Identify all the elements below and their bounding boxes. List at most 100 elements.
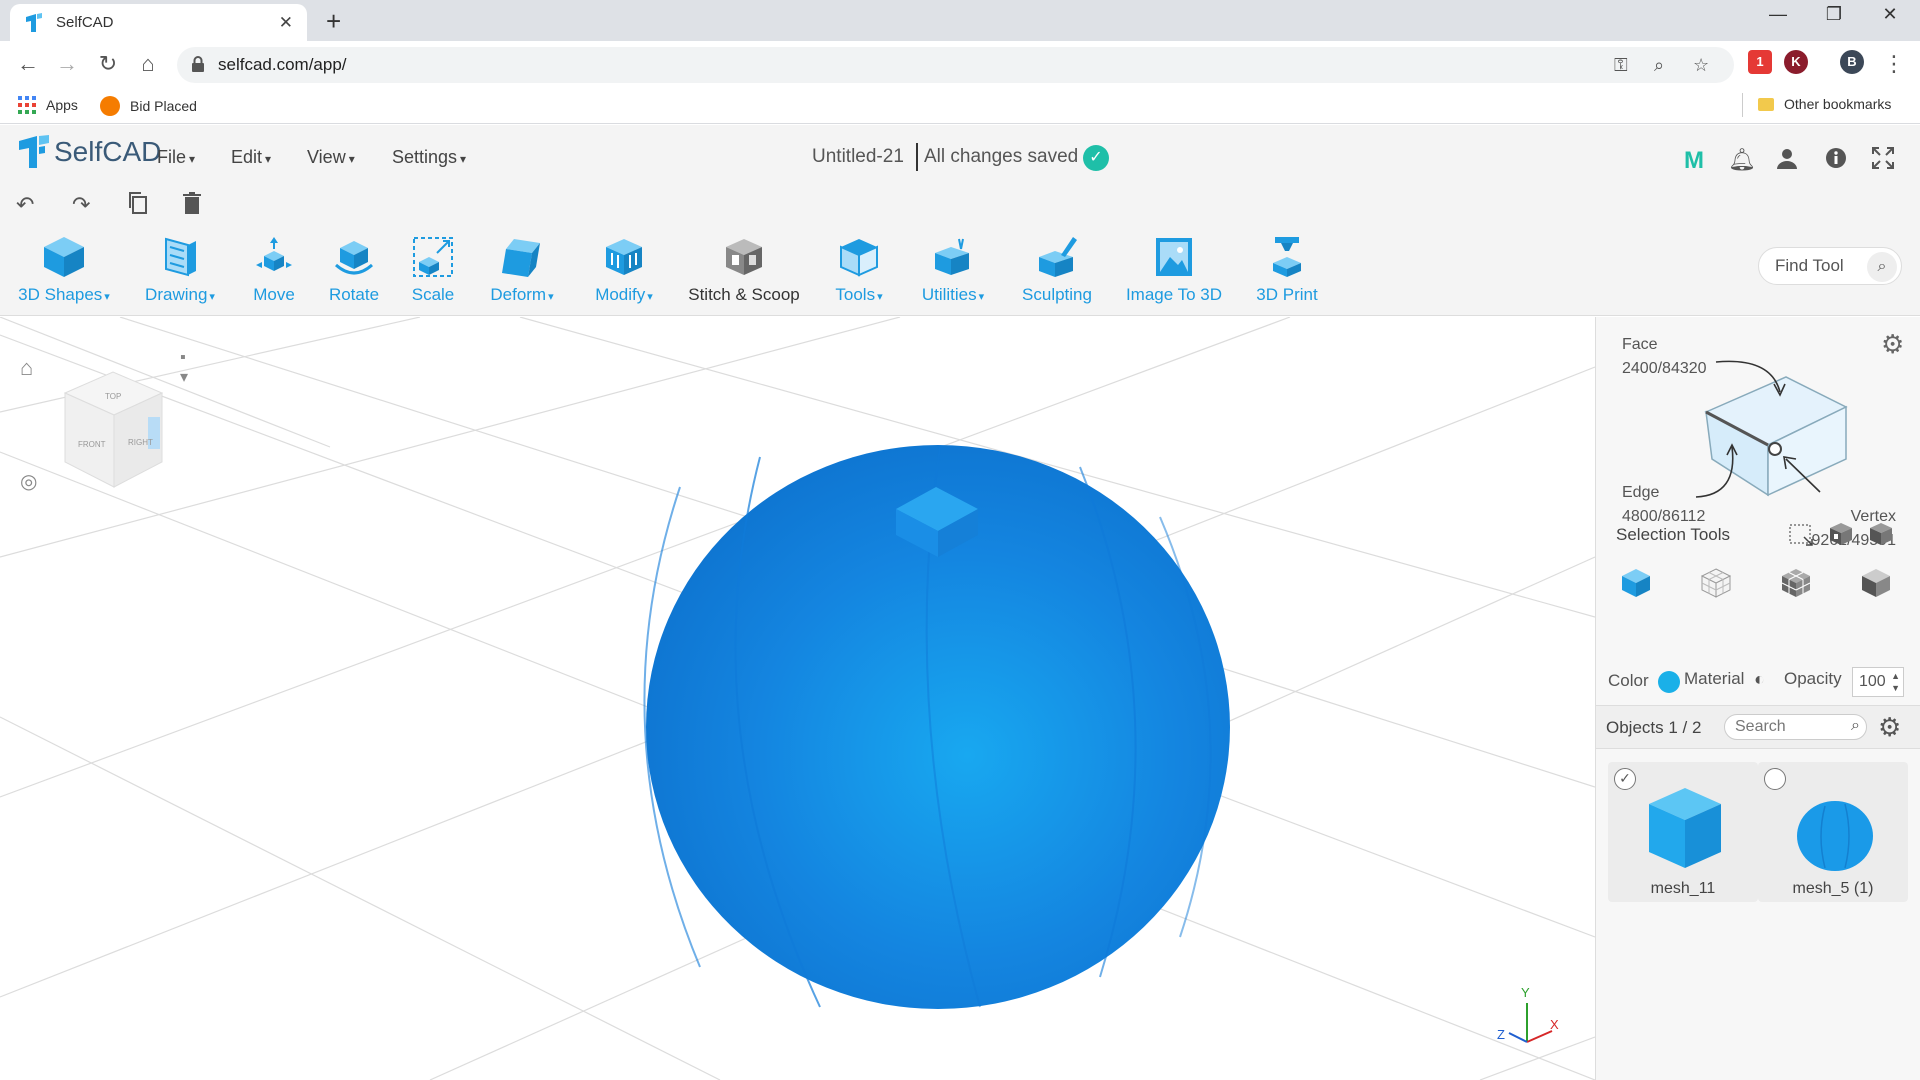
close-tab-icon[interactable]: ✕ (279, 13, 293, 33)
profile-avatar[interactable]: B (1840, 50, 1864, 74)
box-select-icon[interactable] (1788, 521, 1814, 547)
browser-menu-icon[interactable]: ⋮ (1880, 51, 1908, 77)
objects-count: Objects 1 / 2 (1606, 718, 1702, 737)
tool-rotate[interactable]: Rotate (322, 225, 386, 316)
orbit-target-icon[interactable]: ◎ (20, 469, 37, 494)
menu-view[interactable]: View (307, 147, 355, 168)
other-bookmarks[interactable]: Other bookmarks (1758, 96, 1891, 112)
info-icon[interactable] (1825, 147, 1847, 175)
tool-sculpting[interactable]: Sculpting (1014, 225, 1100, 316)
tool-label: Tools (826, 285, 892, 305)
back-icon[interactable]: ← (14, 51, 42, 77)
forward-icon[interactable]: → (53, 51, 81, 77)
tool-deform[interactable]: Deform (482, 225, 562, 316)
find-tool-input[interactable]: Find Tool ⌕ (1758, 247, 1902, 285)
tools-icon (840, 239, 878, 277)
objects-search-input[interactable]: Search ⌕ (1724, 714, 1867, 740)
object-mode-icon[interactable] (1620, 567, 1652, 599)
bookmark-apps[interactable]: Apps (18, 96, 78, 114)
utilities-icon (935, 238, 969, 275)
search-icon[interactable]: ⌕ (1851, 717, 1860, 735)
copy-icon[interactable] (128, 192, 148, 220)
tab-title: SelfCAD (56, 14, 114, 31)
delete-icon[interactable] (183, 192, 201, 220)
tool-drawing[interactable]: Drawing (136, 225, 224, 316)
axis-x-label: X (1550, 1017, 1559, 1032)
user-account-icon[interactable] (1776, 147, 1798, 175)
search-icon[interactable]: ⌕ (1867, 252, 1897, 282)
tool-stitch-scoop[interactable]: Stitch & Scoop (684, 225, 804, 316)
bookmark-star-icon[interactable]: ☆ (1693, 55, 1709, 76)
tool-move[interactable]: Move (246, 225, 302, 316)
minimize-window-icon[interactable]: — (1758, 4, 1798, 25)
tool-label: Move (253, 285, 295, 304)
tool-label: 3D Shapes (14, 285, 114, 305)
object-card-mesh-5[interactable]: mesh_5 (1) (1758, 762, 1908, 902)
browser-tab-selfcad[interactable]: SelfCAD ✕ (10, 4, 307, 41)
fullscreen-icon[interactable] (1872, 147, 1894, 175)
tool-label: Scale (411, 285, 455, 304)
restore-window-icon[interactable]: ❐ (1814, 4, 1854, 25)
material-sphere-icon[interactable]: ◐ (1754, 669, 1765, 690)
tool-3d-shapes[interactable]: 3D Shapes (14, 225, 114, 316)
color-swatch[interactable] (1658, 671, 1680, 693)
tool-image-to-3d[interactable]: Image To 3D (1120, 225, 1228, 316)
menu-settings[interactable]: Settings (392, 147, 466, 168)
extension-k-icon[interactable]: K (1784, 50, 1808, 74)
objects-header: Objects 1 / 2 Search ⌕ ⚙ (1596, 705, 1920, 749)
zoom-icon[interactable]: ⌕ (1654, 55, 1664, 76)
object-uncheck-icon[interactable] (1764, 768, 1786, 790)
tool-utilities[interactable]: Utilities (914, 225, 992, 316)
view-cube[interactable]: TOP FRONT RIGHT (63, 371, 164, 488)
viewcube-front-label: FRONT (78, 440, 106, 449)
selfcad-logo-icon (19, 135, 49, 168)
notifications-bell-icon[interactable]: 🔔︎ (1728, 147, 1756, 173)
reload-icon[interactable]: ↻ (94, 51, 122, 77)
tool-3d-print[interactable]: 3D Print (1250, 225, 1324, 316)
home-view-icon[interactable]: ⌂ (20, 355, 33, 381)
scale-icon (413, 237, 453, 277)
redo-icon[interactable]: ↷ (72, 192, 90, 218)
profile-initial: B (1847, 54, 1857, 69)
selection-tools-label: Selection Tools (1616, 525, 1731, 544)
opacity-input[interactable]: 100 ▲ ▼ (1852, 667, 1904, 697)
opacity-value: 100 (1859, 673, 1886, 690)
undo-icon[interactable]: ↶ (16, 192, 34, 218)
key-icon[interactable]: ⚿ (1614, 55, 1628, 76)
object-card-mesh-11[interactable]: ✓ mesh_11 (1608, 762, 1758, 902)
solid-mode-icon[interactable] (1860, 567, 1892, 599)
selfcad-logo[interactable]: SelfCAD (18, 135, 161, 169)
pin-icon[interactable]: ▪ ▾ (180, 349, 188, 387)
close-window-icon[interactable]: ✕ (1870, 4, 1910, 25)
viewport-canvas[interactable]: Y X Z TOP FRONT RIGHT (0, 317, 1595, 1080)
tool-tools[interactable]: Tools (826, 225, 892, 316)
opacity-stepper-icon[interactable]: ▲ ▼ (1891, 670, 1900, 694)
new-tab-button[interactable]: + (326, 6, 341, 37)
3d-viewport[interactable]: Y X Z TOP FRONT RIGHT ⌂ ▪ ▾ ◎ (0, 317, 1595, 1080)
extension-icon[interactable]: 1 (1748, 50, 1772, 74)
tool-label: Utilities (914, 285, 992, 305)
title-divider (916, 143, 918, 171)
tool-label: Modify (584, 285, 664, 305)
wireframe-mode-icon[interactable] (1700, 567, 1732, 599)
url-field[interactable]: selfcad.com/app/ ⚿ ⌕ ☆ (177, 47, 1734, 83)
home-icon[interactable]: ⌂ (134, 51, 162, 77)
menu-file[interactable]: File (157, 147, 195, 168)
drawing-icon (165, 237, 196, 277)
objects-settings-gear-icon[interactable]: ⚙ (1878, 712, 1901, 743)
select-faces-icon[interactable] (1828, 521, 1854, 547)
select-all-icon[interactable] (1868, 521, 1894, 547)
tool-modify[interactable]: Modify (584, 225, 664, 316)
tool-scale[interactable]: Scale (406, 225, 460, 316)
mesh-mode-icon[interactable] (1780, 567, 1812, 599)
object-check-icon[interactable]: ✓ (1614, 768, 1636, 790)
material-label[interactable]: Material (1684, 669, 1744, 689)
menu-edit[interactable]: Edit (231, 147, 271, 168)
bookmarks-bar: Apps Bid Placed Other bookmarks (0, 87, 1920, 124)
document-title[interactable]: Untitled-21 (812, 146, 904, 168)
sculpting-icon (1039, 237, 1077, 277)
panel-settings-gear-icon[interactable]: ⚙ (1881, 329, 1904, 360)
m-logo-icon[interactable]: M (1684, 147, 1704, 175)
deform-icon (502, 239, 540, 277)
bookmark-bid-placed[interactable]: Bid Placed (100, 96, 197, 116)
